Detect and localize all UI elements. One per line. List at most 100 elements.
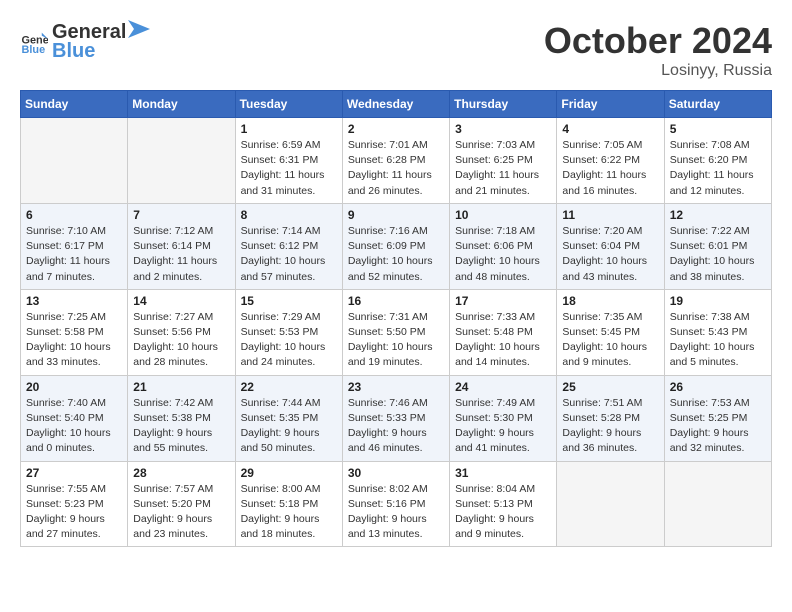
header-thursday: Thursday — [450, 91, 557, 118]
day-info: Sunrise: 7:57 AMSunset: 5:20 PMDaylight:… — [133, 482, 229, 543]
day-number: 29 — [241, 466, 337, 480]
day-info: Sunrise: 7:08 AMSunset: 6:20 PMDaylight:… — [670, 138, 766, 199]
calendar-cell: 29 Sunrise: 8:00 AMSunset: 5:18 PMDayligh… — [235, 461, 342, 547]
calendar-cell: 7 Sunrise: 7:12 AMSunset: 6:14 PMDaylight… — [128, 203, 235, 289]
header-friday: Friday — [557, 91, 664, 118]
calendar-cell: 23 Sunrise: 7:46 AMSunset: 5:33 PMDayligh… — [342, 375, 449, 461]
day-info: Sunrise: 7:29 AMSunset: 5:53 PMDaylight:… — [241, 310, 337, 371]
day-number: 6 — [26, 208, 122, 222]
calendar-cell — [128, 118, 235, 204]
day-info: Sunrise: 7:31 AMSunset: 5:50 PMDaylight:… — [348, 310, 444, 371]
calendar-cell: 30 Sunrise: 8:02 AMSunset: 5:16 PMDayligh… — [342, 461, 449, 547]
calendar-cell: 15 Sunrise: 7:29 AMSunset: 5:53 PMDayligh… — [235, 289, 342, 375]
day-info: Sunrise: 7:25 AMSunset: 5:58 PMDaylight:… — [26, 310, 122, 371]
day-number: 1 — [241, 122, 337, 136]
day-info: Sunrise: 7:10 AMSunset: 6:17 PMDaylight:… — [26, 224, 122, 285]
calendar-cell: 20 Sunrise: 7:40 AMSunset: 5:40 PMDayligh… — [21, 375, 128, 461]
day-info: Sunrise: 7:20 AMSunset: 6:04 PMDaylight:… — [562, 224, 658, 285]
day-number: 8 — [241, 208, 337, 222]
day-info: Sunrise: 7:18 AMSunset: 6:06 PMDaylight:… — [455, 224, 551, 285]
calendar-cell: 13 Sunrise: 7:25 AMSunset: 5:58 PMDayligh… — [21, 289, 128, 375]
calendar-cell: 22Sunrise: 7:44 AMSunset: 5:35 PMDayligh… — [235, 375, 342, 461]
day-number: 14 — [133, 294, 229, 308]
day-number: 15 — [241, 294, 337, 308]
day-number: 24 — [455, 380, 551, 394]
calendar-cell: 24 Sunrise: 7:49 AMSunset: 5:30 PMDayligh… — [450, 375, 557, 461]
calendar-cell: 27 Sunrise: 7:55 AMSunset: 5:23 PMDayligh… — [21, 461, 128, 547]
calendar-cell — [557, 461, 664, 547]
calendar-cell: 28 Sunrise: 7:57 AMSunset: 5:20 PMDayligh… — [128, 461, 235, 547]
day-info: Sunrise: 7:46 AMSunset: 5:33 PMDaylight:… — [348, 396, 444, 457]
day-info: Sunrise: 8:04 AMSunset: 5:13 PMDaylight:… — [455, 482, 551, 543]
day-number: 25 — [562, 380, 658, 394]
day-number: 26 — [670, 380, 766, 394]
day-info: Sunrise: 7:49 AMSunset: 5:30 PMDaylight:… — [455, 396, 551, 457]
calendar-cell: 31 Sunrise: 8:04 AMSunset: 5:13 PMDayligh… — [450, 461, 557, 547]
calendar-cell: 5Sunrise: 7:08 AMSunset: 6:20 PMDaylight… — [664, 118, 771, 204]
header-sunday: Sunday — [21, 91, 128, 118]
calendar-cell — [664, 461, 771, 547]
day-info: Sunrise: 7:42 AMSunset: 5:38 PMDaylight:… — [133, 396, 229, 457]
day-number: 20 — [26, 380, 122, 394]
day-info: Sunrise: 7:22 AMSunset: 6:01 PMDaylight:… — [670, 224, 766, 285]
day-number: 17 — [455, 294, 551, 308]
calendar: Sunday Monday Tuesday Wednesday Thursday… — [20, 90, 772, 547]
calendar-cell: 4 Sunrise: 7:05 AMSunset: 6:22 PMDaylight… — [557, 118, 664, 204]
day-number: 9 — [348, 208, 444, 222]
day-info: Sunrise: 7:38 AMSunset: 5:43 PMDaylight:… — [670, 310, 766, 371]
month-title: October 2024 — [544, 20, 772, 62]
day-number: 18 — [562, 294, 658, 308]
calendar-cell: 1 Sunrise: 6:59 AMSunset: 6:31 PMDaylight… — [235, 118, 342, 204]
calendar-cell: 9 Sunrise: 7:16 AMSunset: 6:09 PMDaylight… — [342, 203, 449, 289]
day-number: 12 — [670, 208, 766, 222]
calendar-cell: 10 Sunrise: 7:18 AMSunset: 6:06 PMDayligh… — [450, 203, 557, 289]
day-number: 23 — [348, 380, 444, 394]
day-number: 31 — [455, 466, 551, 480]
day-info: Sunrise: 7:55 AMSunset: 5:23 PMDaylight:… — [26, 482, 122, 543]
calendar-week-row: 13 Sunrise: 7:25 AMSunset: 5:58 PMDayligh… — [21, 289, 772, 375]
calendar-week-row: 27 Sunrise: 7:55 AMSunset: 5:23 PMDayligh… — [21, 461, 772, 547]
header: General Blue General Blue October 2024 L… — [20, 20, 772, 80]
day-number: 3 — [455, 122, 551, 136]
day-number: 27 — [26, 466, 122, 480]
calendar-cell: 8Sunrise: 7:14 AMSunset: 6:12 PMDaylight… — [235, 203, 342, 289]
logo: General Blue General Blue — [20, 20, 152, 63]
day-info: Sunrise: 8:02 AMSunset: 5:16 PMDaylight:… — [348, 482, 444, 543]
calendar-header-row: Sunday Monday Tuesday Wednesday Thursday… — [21, 91, 772, 118]
calendar-cell: 26Sunrise: 7:53 AMSunset: 5:25 PMDayligh… — [664, 375, 771, 461]
header-monday: Monday — [128, 91, 235, 118]
day-number: 4 — [562, 122, 658, 136]
day-number: 28 — [133, 466, 229, 480]
calendar-week-row: 1 Sunrise: 6:59 AMSunset: 6:31 PMDaylight… — [21, 118, 772, 204]
calendar-cell: 21 Sunrise: 7:42 AMSunset: 5:38 PMDayligh… — [128, 375, 235, 461]
day-number: 7 — [133, 208, 229, 222]
day-number: 11 — [562, 208, 658, 222]
day-info: Sunrise: 6:59 AMSunset: 6:31 PMDaylight:… — [241, 138, 337, 199]
calendar-week-row: 6 Sunrise: 7:10 AMSunset: 6:17 PMDaylight… — [21, 203, 772, 289]
calendar-cell: 19 Sunrise: 7:38 AMSunset: 5:43 PMDayligh… — [664, 289, 771, 375]
calendar-cell: 12 Sunrise: 7:22 AMSunset: 6:01 PMDayligh… — [664, 203, 771, 289]
day-info: Sunrise: 7:16 AMSunset: 6:09 PMDaylight:… — [348, 224, 444, 285]
day-info: Sunrise: 7:12 AMSunset: 6:14 PMDaylight:… — [133, 224, 229, 285]
calendar-week-row: 20 Sunrise: 7:40 AMSunset: 5:40 PMDayligh… — [21, 375, 772, 461]
day-number: 19 — [670, 294, 766, 308]
day-info: Sunrise: 8:00 AMSunset: 5:18 PMDaylight:… — [241, 482, 337, 543]
day-number: 30 — [348, 466, 444, 480]
header-tuesday: Tuesday — [235, 91, 342, 118]
title-area: October 2024 Losinyy, Russia — [544, 20, 772, 80]
day-info: Sunrise: 7:51 AMSunset: 5:28 PMDaylight:… — [562, 396, 658, 457]
calendar-cell: 6 Sunrise: 7:10 AMSunset: 6:17 PMDaylight… — [21, 203, 128, 289]
day-info: Sunrise: 7:40 AMSunset: 5:40 PMDaylight:… — [26, 396, 122, 457]
day-info: Sunrise: 7:35 AMSunset: 5:45 PMDaylight:… — [562, 310, 658, 371]
day-number: 21 — [133, 380, 229, 394]
day-number: 10 — [455, 208, 551, 222]
calendar-cell: 2Sunrise: 7:01 AMSunset: 6:28 PMDaylight… — [342, 118, 449, 204]
calendar-cell: 18 Sunrise: 7:35 AMSunset: 5:45 PMDayligh… — [557, 289, 664, 375]
day-info: Sunrise: 7:05 AMSunset: 6:22 PMDaylight:… — [562, 138, 658, 199]
day-number: 13 — [26, 294, 122, 308]
location-title: Losinyy, Russia — [544, 62, 772, 80]
calendar-cell: 25 Sunrise: 7:51 AMSunset: 5:28 PMDayligh… — [557, 375, 664, 461]
calendar-cell: 16Sunrise: 7:31 AMSunset: 5:50 PMDayligh… — [342, 289, 449, 375]
calendar-cell: 14Sunrise: 7:27 AMSunset: 5:56 PMDayligh… — [128, 289, 235, 375]
day-info: Sunrise: 7:03 AMSunset: 6:25 PMDaylight:… — [455, 138, 551, 199]
